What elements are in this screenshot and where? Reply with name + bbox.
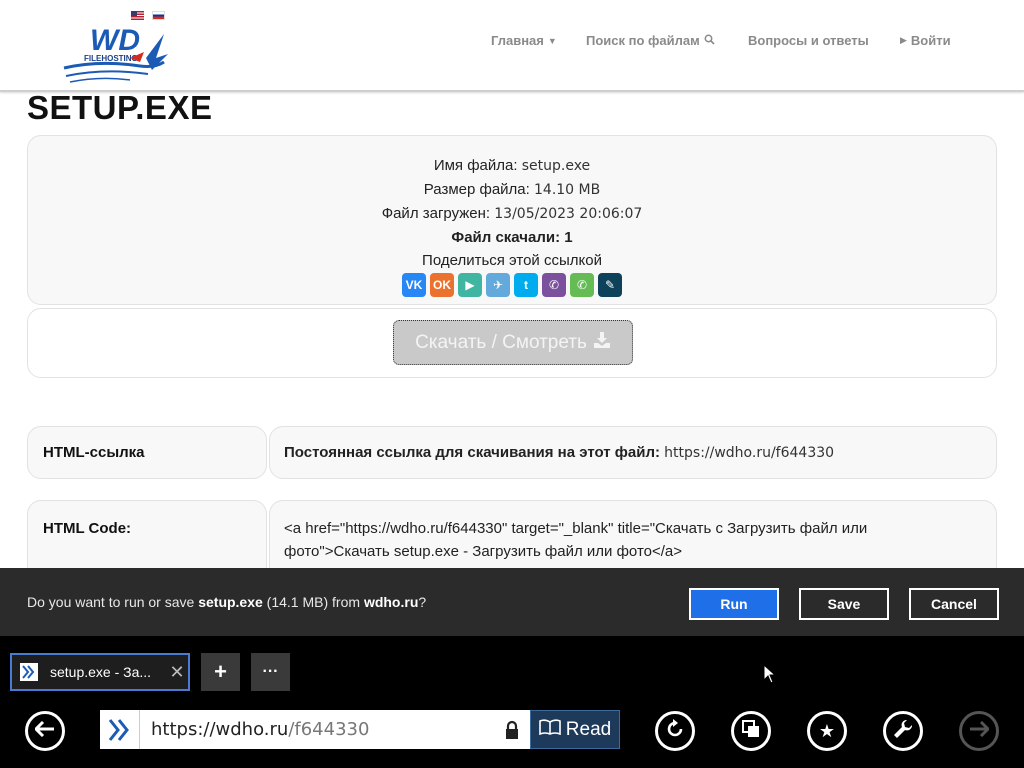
file-size-row: Размер файла: 14.10 MB xyxy=(28,178,996,202)
svg-text:FILEHOSTING: FILEHOSTING xyxy=(84,54,138,63)
file-size-value: 14.10 MB xyxy=(534,182,601,198)
download-icon xyxy=(593,331,611,354)
file-name-row: Имя файла: setup.exe xyxy=(28,154,996,178)
file-downloads-value: 1 xyxy=(564,229,573,246)
site-favicon-icon xyxy=(20,663,38,681)
site-logo[interactable]: WD FILEHOSTING xyxy=(60,24,170,88)
url-path: /f644330 xyxy=(288,719,370,740)
refresh-button[interactable] xyxy=(655,711,695,751)
nav-search-label: Поиск по файлам xyxy=(586,33,700,48)
html-link-value-cell: Постоянная ссылка для скачивания на этот… xyxy=(269,426,997,479)
download-file-name: setup.exe xyxy=(198,594,263,610)
tabs-button[interactable] xyxy=(731,711,771,751)
download-message-suffix: ? xyxy=(418,594,427,610)
reading-view-label: Read xyxy=(565,718,612,740)
share-buttons: VK OK ▶ ✈ t ✆ ✆ ✎ xyxy=(28,273,996,297)
html-code-label: HTML Code: xyxy=(43,520,132,537)
twitter-icon[interactable]: t xyxy=(514,273,538,297)
forward-button[interactable] xyxy=(959,711,999,751)
reading-view-button[interactable]: Read xyxy=(530,710,620,749)
html-link-label: HTML-ссылка xyxy=(43,444,145,461)
nav-faq-label: Вопросы и ответы xyxy=(748,33,869,48)
mouse-cursor-icon xyxy=(763,663,777,689)
nav-faq[interactable]: Вопросы и ответы xyxy=(748,33,869,48)
back-arrow-icon xyxy=(33,720,55,742)
url-text: https://wdho.ru/f644330 xyxy=(140,719,494,740)
file-name-label: Имя файла: xyxy=(433,157,518,174)
star-icon: ★ xyxy=(818,720,836,741)
livejournal-icon[interactable]: ✎ xyxy=(598,273,622,297)
file-downloads-row: Файл скачали: 1 xyxy=(28,226,996,249)
save-button[interactable]: Save xyxy=(799,588,889,620)
address-bar: https://wdho.ru/f644330 Read ★ xyxy=(0,702,1024,768)
run-button[interactable]: Run xyxy=(689,588,779,620)
whatsapp-icon[interactable]: ✆ xyxy=(570,273,594,297)
page-title: SETUP.EXE xyxy=(27,89,213,126)
odnoklassniki-icon[interactable]: OK xyxy=(430,273,454,297)
file-info-panel: Имя файла: setup.exe Размер файла: 14.10… xyxy=(27,135,997,305)
url-field[interactable]: https://wdho.ru/f644330 xyxy=(100,710,530,749)
tab-title: setup.exe - За... xyxy=(50,664,152,680)
wrench-icon xyxy=(893,719,913,744)
language-switcher xyxy=(131,11,165,20)
search-icon xyxy=(704,33,715,48)
file-downloads-label: Файл скачали: xyxy=(451,229,561,246)
page-tools-button[interactable] xyxy=(883,711,923,751)
lock-icon[interactable] xyxy=(494,720,530,740)
svg-text:WD: WD xyxy=(90,24,140,57)
file-name-value: setup.exe xyxy=(521,158,591,174)
html-link-url[interactable]: https://wdho.ru/f644330 xyxy=(664,445,834,461)
nav-home[interactable]: Главная ▼ xyxy=(491,33,557,48)
file-size-label: Размер файла: xyxy=(423,181,530,198)
tab-strip: setup.exe - За... ✕ + ··· xyxy=(0,636,1024,702)
download-panel: Скачать / Смотреть xyxy=(27,308,997,378)
book-icon xyxy=(538,718,561,741)
refresh-icon xyxy=(665,718,685,744)
telegram-icon[interactable]: ✈ xyxy=(486,273,510,297)
forward-arrow-icon xyxy=(969,720,991,742)
nav-login[interactable]: ▶ Войти xyxy=(900,33,951,48)
tab-tools-button[interactable]: ··· xyxy=(251,653,290,691)
yandex-messenger-icon[interactable]: ▶ xyxy=(458,273,482,297)
tab-active[interactable]: setup.exe - За... ✕ xyxy=(10,653,190,691)
file-uploaded-row: Файл загружен: 13/05/2023 20:06:07 xyxy=(28,202,996,226)
html-link-label-cell: HTML-ссылка xyxy=(27,426,267,479)
nav-home-label: Главная xyxy=(491,33,544,48)
url-main: https://wdho.ru xyxy=(151,719,289,740)
favorites-button[interactable]: ★ xyxy=(807,711,847,751)
back-button[interactable] xyxy=(25,711,65,751)
download-file-size: (14.1 MB) from xyxy=(262,594,364,610)
nav-search[interactable]: Поиск по файлам xyxy=(586,33,715,48)
download-view-label: Скачать / Смотреть xyxy=(415,331,587,353)
share-label: Поделиться этой ссылкой xyxy=(422,252,602,269)
russian-flag-icon[interactable] xyxy=(152,11,165,20)
viber-icon[interactable]: ✆ xyxy=(542,273,566,297)
caret-down-icon: ▼ xyxy=(547,35,557,46)
cancel-button[interactable]: Cancel xyxy=(909,588,999,620)
html-code-text[interactable]: <a href="https://wdho.ru/f644330" target… xyxy=(284,520,867,560)
nav-login-label: Войти xyxy=(910,33,951,48)
html-link-prefix: Постоянная ссылка для скачивания на этот… xyxy=(284,444,660,461)
download-view-button[interactable]: Скачать / Смотреть xyxy=(393,320,633,365)
new-tab-button[interactable]: + xyxy=(201,653,240,691)
download-domain: wdho.ru xyxy=(363,594,419,610)
download-notification-bar: Do you want to run or save setup.exe (14… xyxy=(0,568,1024,636)
site-header: WD FILEHOSTING Главная ▼ Поиск по файлам… xyxy=(0,0,1024,92)
file-uploaded-value: 13/05/2023 20:06:07 xyxy=(494,206,643,222)
download-message-prefix: Do you want to run or save xyxy=(27,594,199,610)
download-message: Do you want to run or save setup.exe (14… xyxy=(27,594,426,610)
site-favicon-icon xyxy=(100,710,140,749)
file-uploaded-label: Файл загружен: xyxy=(381,205,491,222)
close-tab-icon[interactable]: ✕ xyxy=(166,662,188,683)
english-flag-icon[interactable] xyxy=(131,11,144,20)
caret-right-icon: ▶ xyxy=(900,35,907,45)
tabs-icon xyxy=(742,719,760,743)
vk-icon[interactable]: VK xyxy=(402,273,426,297)
